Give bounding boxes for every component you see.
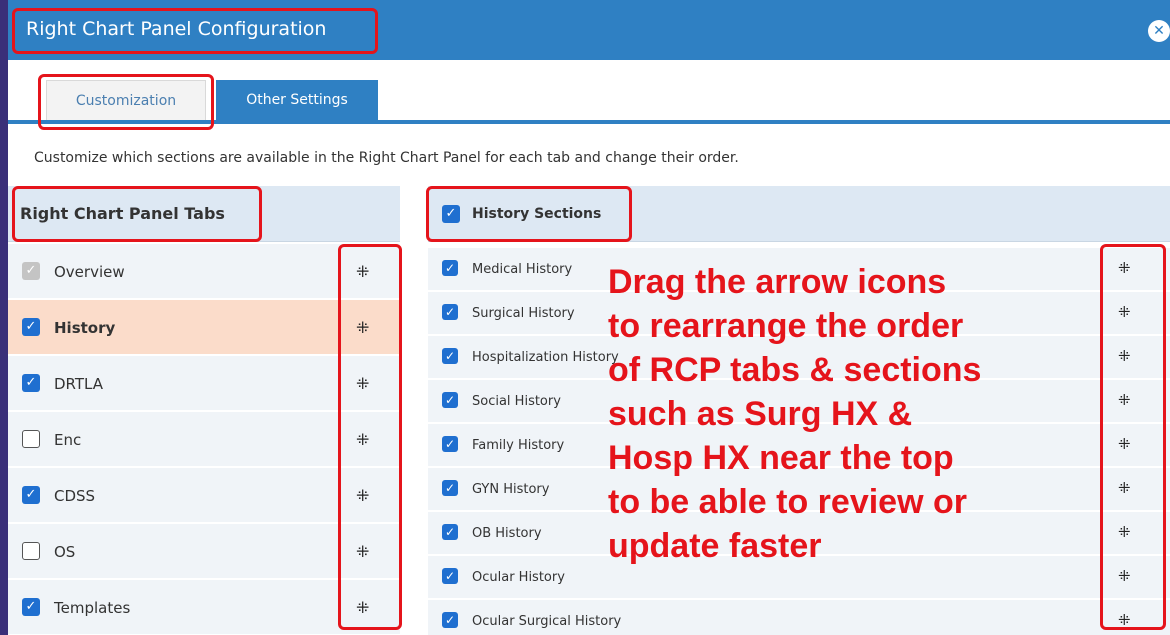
right-panel-title: History Sections — [472, 206, 602, 222]
section-row-label: Surgical History — [472, 306, 575, 321]
drag-handle-icon[interactable]: ⁜ — [356, 598, 369, 617]
section-checkbox[interactable]: ✓ — [442, 524, 458, 540]
select-all-checkbox[interactable]: ✓ — [442, 205, 460, 223]
section-row[interactable]: ✓ Ocular Surgical History ⁜ — [428, 600, 1170, 635]
section-checkbox[interactable]: ✓ — [442, 304, 458, 320]
config-dialog: Right Chart Panel Configuration ✕ Custom… — [8, 0, 1170, 635]
drag-handle-icon[interactable]: ⁜ — [356, 374, 369, 393]
section-row-label: Medical History — [472, 262, 573, 277]
description-text: Customize which sections are available i… — [34, 150, 739, 166]
section-row-label: Social History — [472, 394, 561, 409]
tab-other-settings[interactable]: Other Settings — [216, 80, 378, 120]
section-row-label: Ocular Surgical History — [472, 614, 622, 629]
tab-row[interactable]: ✓ DRTLA ⁜ — [8, 356, 400, 412]
section-checkbox[interactable]: ✓ — [442, 612, 458, 628]
tab-row-label: Enc — [54, 431, 82, 449]
left-panel-header: Right Chart Panel Tabs — [8, 186, 400, 242]
left-panel-title: Right Chart Panel Tabs — [20, 204, 225, 223]
annotation-line: of RCP tabs & sections — [608, 351, 982, 389]
section-checkbox[interactable]: ✓ — [442, 480, 458, 496]
drag-handle-icon[interactable]: ⁜ — [1118, 567, 1131, 585]
annotation-callout: Drag the arrow icons to rearrange the or… — [608, 260, 1128, 568]
section-row-label: Family History — [472, 438, 565, 453]
drag-handle-icon[interactable]: ⁜ — [356, 262, 369, 281]
dialog-titlebar: Right Chart Panel Configuration ✕ — [8, 0, 1170, 60]
tab-checkbox[interactable]: ✓ — [22, 598, 40, 616]
tab-row-label: Templates — [54, 599, 131, 617]
annotation-line: to rearrange the order — [608, 307, 964, 345]
annotation-line: such as Surg HX & — [608, 395, 913, 433]
drag-handle-icon[interactable]: ⁜ — [356, 430, 369, 449]
background-strip — [0, 0, 8, 635]
tab-row[interactable]: ✓ Overview ⁜ — [8, 244, 400, 300]
section-checkbox[interactable]: ✓ — [442, 348, 458, 364]
tab-row-label: Overview — [54, 263, 125, 281]
tab-row[interactable]: OS ⁜ — [8, 524, 400, 580]
annotation-line: update faster — [608, 527, 822, 565]
drag-handle-icon[interactable]: ⁜ — [1118, 611, 1131, 629]
drag-handle-icon[interactable]: ⁜ — [356, 318, 369, 337]
tab-checkbox[interactable]: ✓ — [22, 374, 40, 392]
tab-checkbox[interactable] — [22, 542, 40, 560]
tab-row-label: OS — [54, 543, 76, 561]
tab-bar: Customization Other Settings — [8, 60, 1170, 124]
section-checkbox[interactable]: ✓ — [442, 436, 458, 452]
close-icon[interactable]: ✕ — [1148, 20, 1170, 42]
section-checkbox[interactable]: ✓ — [442, 260, 458, 276]
section-checkbox[interactable]: ✓ — [442, 568, 458, 584]
drag-handle-icon[interactable]: ⁜ — [356, 542, 369, 561]
section-row-label: Hospitalization History — [472, 350, 619, 365]
annotation-line: Drag the arrow icons — [608, 263, 947, 301]
section-row-label: Ocular History — [472, 570, 565, 585]
annotation-line: to be able to review or — [608, 483, 967, 521]
tab-customization[interactable]: Customization — [46, 80, 206, 120]
tab-row-label: CDSS — [54, 487, 96, 505]
tab-row[interactable]: ✓ CDSS ⁜ — [8, 468, 400, 524]
annotation-line: Hosp HX near the top — [608, 439, 954, 477]
tab-row[interactable]: Enc ⁜ — [8, 412, 400, 468]
tab-checkbox[interactable]: ✓ — [22, 486, 40, 504]
drag-handle-icon[interactable]: ⁜ — [356, 486, 369, 505]
section-row-label: GYN History — [472, 482, 550, 497]
right-panel-header: ✓ History Sections — [428, 186, 1170, 242]
tab-checkbox: ✓ — [22, 262, 40, 280]
tab-checkbox[interactable]: ✓ — [22, 318, 40, 336]
tab-row[interactable]: ✓ History ⁜ — [8, 300, 400, 356]
tab-row-label: History — [54, 319, 116, 337]
tab-row-label: DRTLA — [54, 375, 104, 393]
dialog-title: Right Chart Panel Configuration — [26, 18, 327, 40]
section-checkbox[interactable]: ✓ — [442, 392, 458, 408]
section-row-label: OB History — [472, 526, 542, 541]
tab-row[interactable]: ✓ Templates ⁜ — [8, 580, 400, 635]
tab-checkbox[interactable] — [22, 430, 40, 448]
